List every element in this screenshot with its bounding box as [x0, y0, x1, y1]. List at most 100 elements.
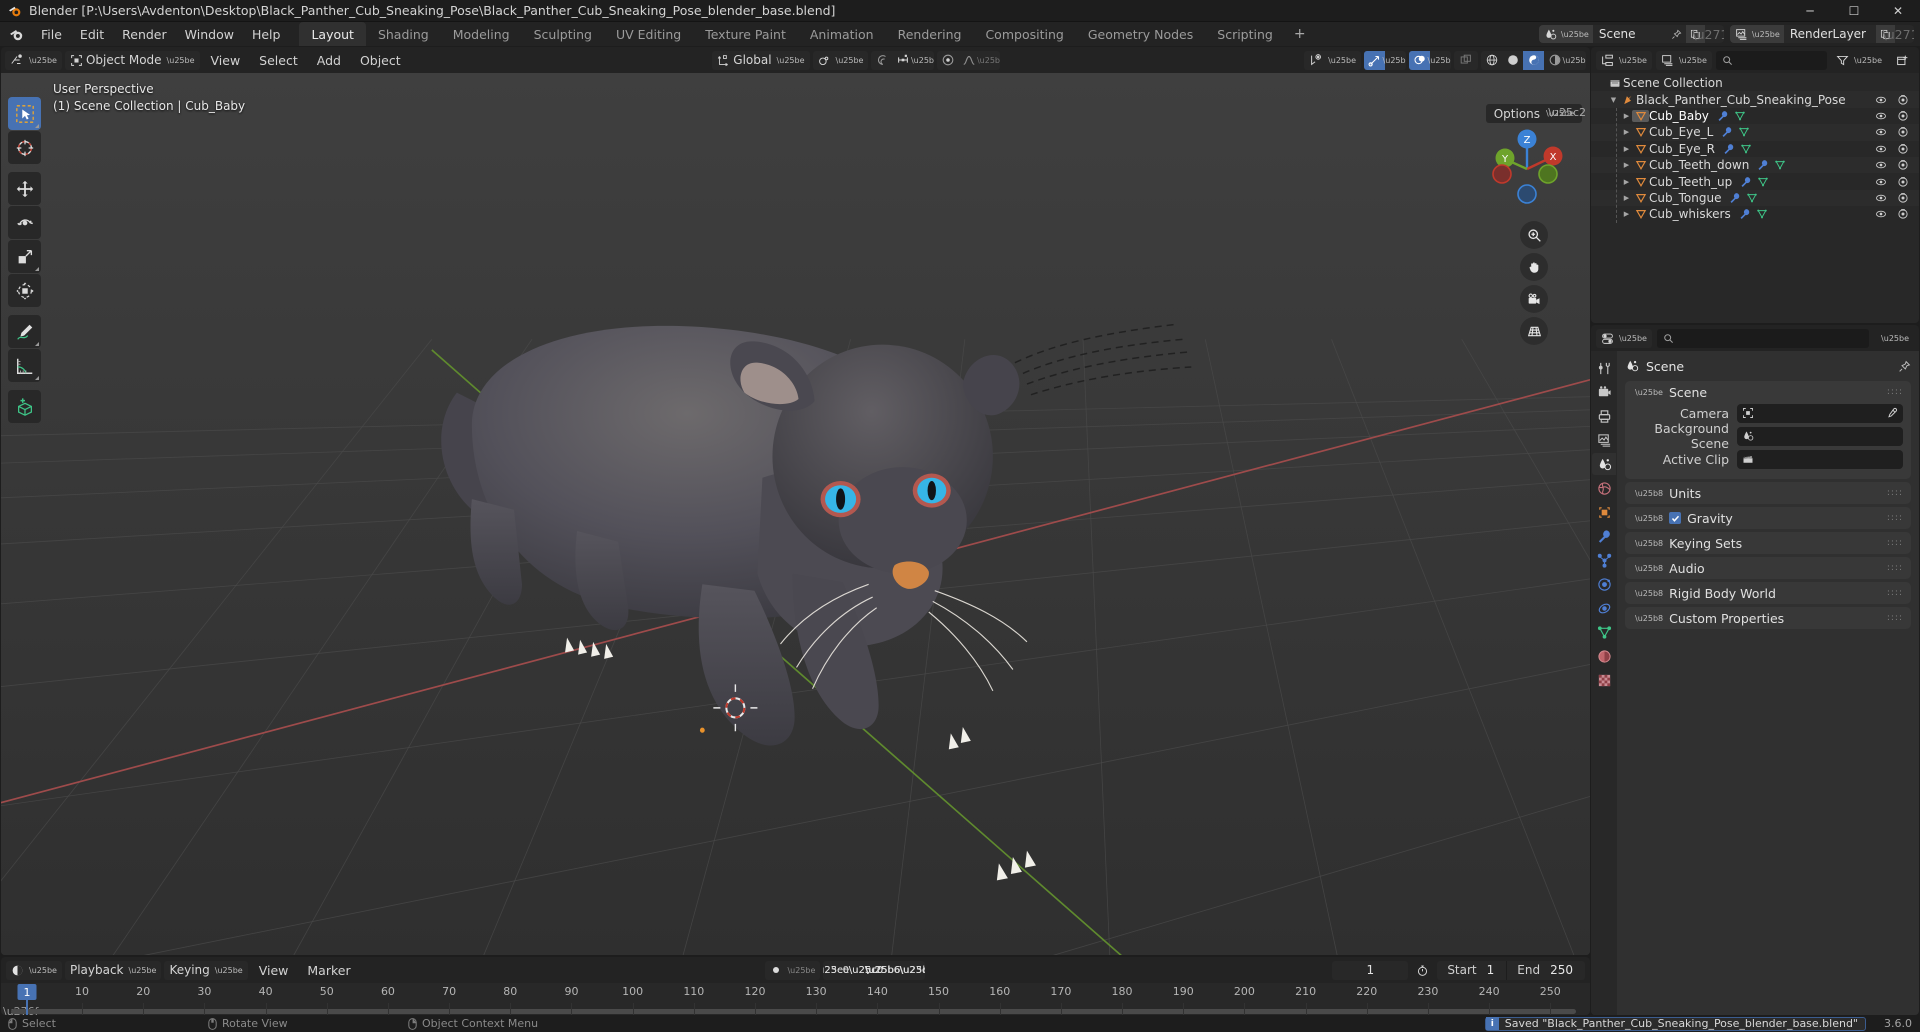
- panel-custom-properties[interactable]: \u25b8 Custom Properties ::::: [1625, 607, 1911, 629]
- delete-viewlayer-icon[interactable]: \u2715: [1883, 25, 1914, 43]
- visibility-selector[interactable]: \u25be: [1304, 50, 1362, 70]
- disclosure-closed-icon[interactable]: ▶: [1621, 112, 1632, 120]
- outliner-row[interactable]: ▼ Black_Panther_Cub_Sneaking_Pose: [1591, 91, 1919, 108]
- proportional-editing-toggle[interactable]: [937, 51, 958, 70]
- timeline-menu-keying[interactable]: Keying \u25be: [164, 960, 248, 980]
- menu-edit[interactable]: Edit: [71, 22, 113, 46]
- scale-tool[interactable]: [8, 240, 41, 273]
- outliner-search-input[interactable]: [1737, 53, 1822, 67]
- outliner-tree[interactable]: Scene Collection ▼ Black_Panther_Cub_Sneak…: [1591, 73, 1919, 323]
- tab-geometry-nodes[interactable]: Geometry Nodes: [1076, 22, 1205, 46]
- tab-compositing[interactable]: Compositing: [973, 22, 1075, 46]
- tab-uv-editing[interactable]: UV Editing: [604, 22, 693, 46]
- status-report[interactable]: i Saved "Black_Panther_Cub_Sneaking_Pose…: [1484, 1016, 1866, 1031]
- timeline-editor-type-button[interactable]: \u25be: [6, 960, 62, 980]
- use-preview-range-icon[interactable]: [1411, 961, 1434, 980]
- outliner-row[interactable]: ▶ Cub_whiskers: [1591, 206, 1919, 222]
- camera-render-icon[interactable]: [1897, 208, 1909, 220]
- camera-icon[interactable]: [1520, 285, 1548, 313]
- panel-rigid-body-world[interactable]: \u25b8 Rigid Body World ::::: [1625, 582, 1911, 604]
- start-frame-value[interactable]: 1: [1483, 963, 1507, 977]
- mesh-data-icon[interactable]: [1738, 126, 1750, 138]
- properties-options-chevron[interactable]: \u25be: [1874, 329, 1914, 348]
- tab-particles-icon[interactable]: [1592, 549, 1616, 571]
- outliner-row[interactable]: ▶ Cub_Baby: [1591, 108, 1919, 124]
- proportional-edit-toggle[interactable]: [871, 51, 892, 70]
- navigation-gizmo[interactable]: Z X Y: [1486, 125, 1568, 207]
- outliner-row[interactable]: ▶ Cub_Teeth_down: [1591, 156, 1919, 174]
- hand-icon[interactable]: [1520, 253, 1548, 281]
- timeline-playhead-label[interactable]: 1: [17, 984, 37, 1000]
- frame-range-controls[interactable]: Start 1 End 250: [1437, 960, 1585, 980]
- jump-end-button[interactable]: \u23ed: [899, 961, 925, 980]
- eye-icon[interactable]: [1875, 126, 1887, 138]
- timeline-ruler[interactable]: 10 20 30 40 50 60 70 80 90 100 110 120 130 140 150 160 1…: [1, 983, 1590, 1003]
- viewport-menu-object[interactable]: Object: [352, 50, 409, 70]
- menu-render[interactable]: Render: [113, 22, 176, 46]
- timeline-menu-view[interactable]: View: [251, 960, 297, 980]
- xray-toggle[interactable]: [1454, 50, 1479, 70]
- panel-custom-properties-header[interactable]: \u25b8 Custom Properties ::::: [1625, 607, 1911, 629]
- add-cube-tool[interactable]: [8, 390, 41, 423]
- panel-scene-header[interactable]: \u25be Scene ::::: [1625, 381, 1911, 403]
- gravity-checkbox[interactable]: [1669, 512, 1682, 524]
- eye-icon[interactable]: [1875, 208, 1887, 220]
- mesh-data-icon[interactable]: [1740, 143, 1752, 155]
- camera-render-icon[interactable]: [1897, 159, 1909, 171]
- tab-shading[interactable]: Shading: [366, 22, 441, 46]
- eye-icon[interactable]: [1875, 159, 1887, 171]
- camera-render-icon[interactable]: [1897, 192, 1909, 204]
- camera-render-icon[interactable]: [1897, 143, 1909, 155]
- end-frame-value[interactable]: 250: [1546, 963, 1585, 977]
- menu-window[interactable]: Window: [176, 22, 243, 46]
- panel-audio-header[interactable]: \u25b8 Audio ::::: [1625, 557, 1911, 579]
- zoom-icon[interactable]: [1520, 221, 1548, 249]
- scene-name[interactable]: Scene: [1592, 27, 1667, 41]
- modifier-icon[interactable]: [1717, 110, 1729, 122]
- panel-keying-sets-header[interactable]: \u25b8 Keying Sets ::::: [1625, 532, 1911, 554]
- tab-viewlayer-icon[interactable]: [1592, 429, 1616, 451]
- modifier-icon[interactable]: [1723, 143, 1735, 155]
- mesh-data-icon[interactable]: [1756, 208, 1768, 220]
- timeline-menu-marker[interactable]: Marker: [299, 960, 358, 980]
- viewport-sidebar-collapse-icon[interactable]: \u25c2: [1548, 106, 1586, 119]
- camera-field[interactable]: [1737, 403, 1903, 423]
- tab-modeling[interactable]: Modeling: [441, 22, 522, 46]
- eye-icon[interactable]: [1875, 94, 1887, 106]
- tab-texture-icon[interactable]: [1592, 669, 1616, 691]
- modifier-icon[interactable]: [1729, 192, 1741, 204]
- minimize-button[interactable]: ─: [1788, 0, 1832, 22]
- material-preview-button[interactable]: [1523, 50, 1545, 70]
- disclosure-closed-icon[interactable]: ▶: [1621, 194, 1632, 202]
- current-frame-field[interactable]: 1: [1332, 960, 1409, 980]
- modifier-icon[interactable]: [1739, 208, 1751, 220]
- tab-sculpting[interactable]: Sculpting: [522, 22, 604, 46]
- viewport-3d[interactable]: User Perspective (1) Scene Collection | …: [1, 73, 1590, 955]
- wireframe-shading-button[interactable]: [1481, 51, 1502, 70]
- camera-render-icon[interactable]: [1897, 126, 1909, 138]
- cursor-tool[interactable]: [8, 131, 41, 164]
- eye-icon[interactable]: [1875, 192, 1887, 204]
- shading-chevron[interactable]: \u25be: [1563, 51, 1586, 70]
- eye-icon[interactable]: [1875, 176, 1887, 188]
- outliner-row[interactable]: ▶ Cub_Eye_R: [1591, 141, 1919, 157]
- panel-gravity-header[interactable]: \u25b8 Gravity ::::: [1625, 507, 1911, 529]
- scene-selector[interactable]: \u25be Scene \u2715: [1538, 25, 1724, 43]
- outliner-row[interactable]: ▶ Cub_Teeth_up: [1591, 173, 1919, 189]
- mesh-data-icon[interactable]: [1746, 192, 1758, 204]
- annotate-tool[interactable]: [8, 315, 41, 348]
- mesh-data-icon[interactable]: [1774, 159, 1786, 171]
- maximize-button[interactable]: ☐: [1832, 0, 1876, 22]
- blender-menu-icon[interactable]: [0, 22, 32, 46]
- eye-icon[interactable]: [1875, 110, 1887, 122]
- panel-gravity[interactable]: \u25b8 Gravity ::::: [1625, 507, 1911, 529]
- falloff-chevron[interactable]: \u25be: [977, 51, 1000, 70]
- modifier-icon[interactable]: [1721, 126, 1733, 138]
- background-scene-field[interactable]: [1737, 426, 1903, 446]
- transform-orientation-selector[interactable]: Global \u25be: [712, 50, 810, 70]
- delete-scene-icon[interactable]: \u2715: [1692, 25, 1723, 43]
- disclosure-closed-icon[interactable]: ▶: [1621, 128, 1632, 136]
- panel-keying-sets[interactable]: \u25b8 Keying Sets ::::: [1625, 532, 1911, 554]
- disclosure-open-icon[interactable]: ▼: [1608, 96, 1619, 104]
- overlays-chevron[interactable]: \u25be: [1428, 51, 1451, 70]
